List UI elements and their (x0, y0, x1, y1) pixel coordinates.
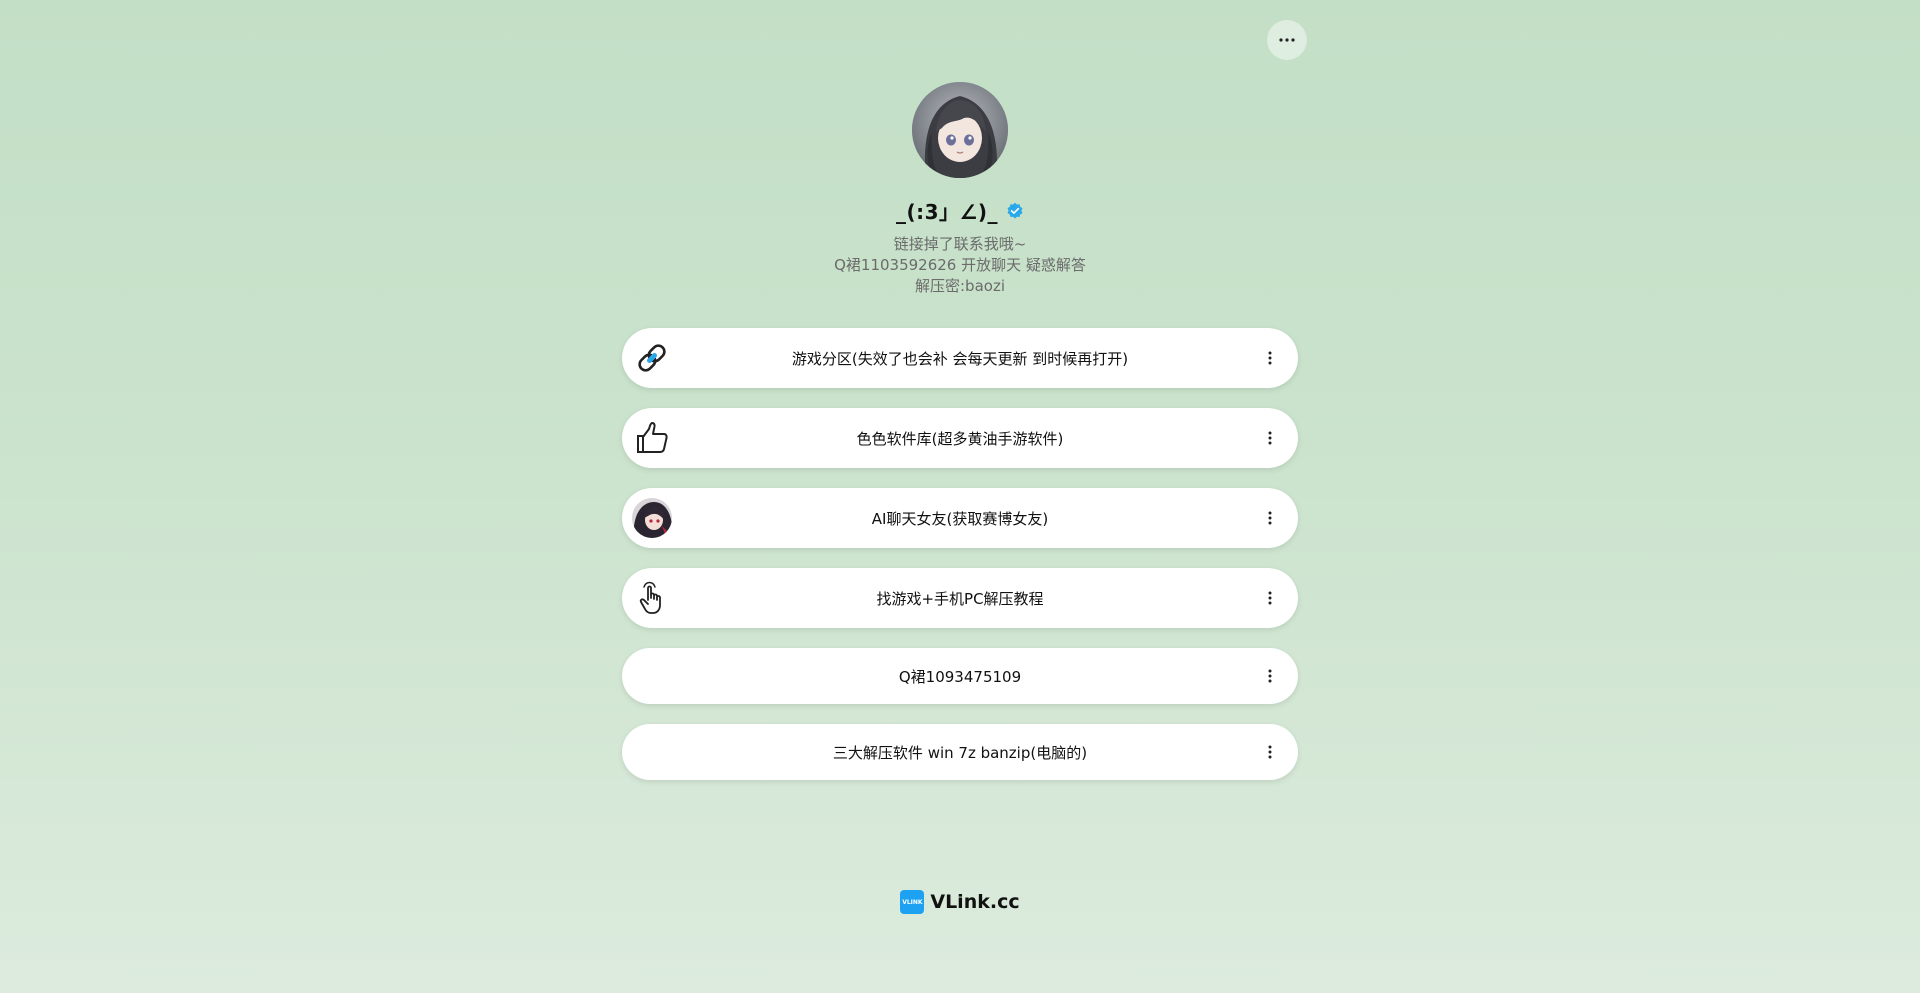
profile-bio: 链接掉了联系我哦~ Q裙1103592626 开放聊天 疑惑解答 解压密:bao… (0, 234, 1920, 297)
bio-line: 解压密:baozi (915, 277, 1005, 295)
kebab-menu-icon[interactable] (1262, 346, 1278, 370)
profile-name: _(:3」∠)_ (895, 200, 999, 224)
verified-badge-icon (1007, 202, 1023, 218)
thumbs-up-icon (632, 418, 672, 458)
kebab-menu-icon[interactable] (1262, 586, 1278, 610)
link-item-ai-girlfriend[interactable]: AI聊天女友(获取赛博女友) (622, 488, 1298, 548)
ellipsis-icon (1279, 38, 1295, 42)
link-item-software-library[interactable]: 色色软件库(超多黄油手游软件) (622, 408, 1298, 468)
link-chain-icon (632, 338, 672, 378)
profile-avatar (912, 82, 1008, 178)
kebab-menu-icon[interactable] (1262, 664, 1278, 688)
profile-name-row: _(:3」∠)_ (0, 196, 1920, 225)
link-item-qq-group[interactable]: Q裙1093475109 (622, 648, 1298, 704)
link-item-find-games-tutorial[interactable]: 找游戏+手机PC解压教程 (622, 568, 1298, 628)
link-label: 色色软件库(超多黄油手游软件) (856, 429, 1064, 448)
ai-girl-avatar (632, 498, 672, 538)
bio-line: Q裙1103592626 开放聊天 疑惑解答 (834, 256, 1086, 274)
vlink-logo-icon: VLINK (900, 890, 925, 914)
link-item-game-section[interactable]: 游戏分区(失效了也会补 会每天更新 到时候再打开) (622, 328, 1298, 388)
footer-brand-text: VLink.cc (930, 891, 1020, 913)
kebab-menu-icon[interactable] (1262, 506, 1278, 530)
link-list: 游戏分区(失效了也会补 会每天更新 到时候再打开) 色色软件库(超多黄油手游软件… (622, 328, 1298, 800)
link-item-unzip-software[interactable]: 三大解压软件 win 7z banzip(电脑的) (622, 724, 1298, 780)
footer-brand[interactable]: VLINK VLink.cc (0, 890, 1920, 914)
link-label: 游戏分区(失效了也会补 会每天更新 到时候再打开) (791, 349, 1129, 368)
link-label: Q裙1093475109 (898, 667, 1022, 686)
avatar-image (912, 82, 1008, 178)
pointing-hand-icon (632, 578, 672, 618)
kebab-menu-icon[interactable] (1262, 740, 1278, 764)
link-label: 找游戏+手机PC解压教程 (876, 589, 1044, 608)
link-label: 三大解压软件 win 7z banzip(电脑的) (832, 743, 1088, 762)
kebab-menu-icon[interactable] (1262, 426, 1278, 450)
link-label: AI聊天女友(获取赛博女友) (871, 509, 1049, 528)
more-options-button[interactable] (1267, 20, 1307, 60)
bio-line: 链接掉了联系我哦~ (893, 235, 1027, 253)
